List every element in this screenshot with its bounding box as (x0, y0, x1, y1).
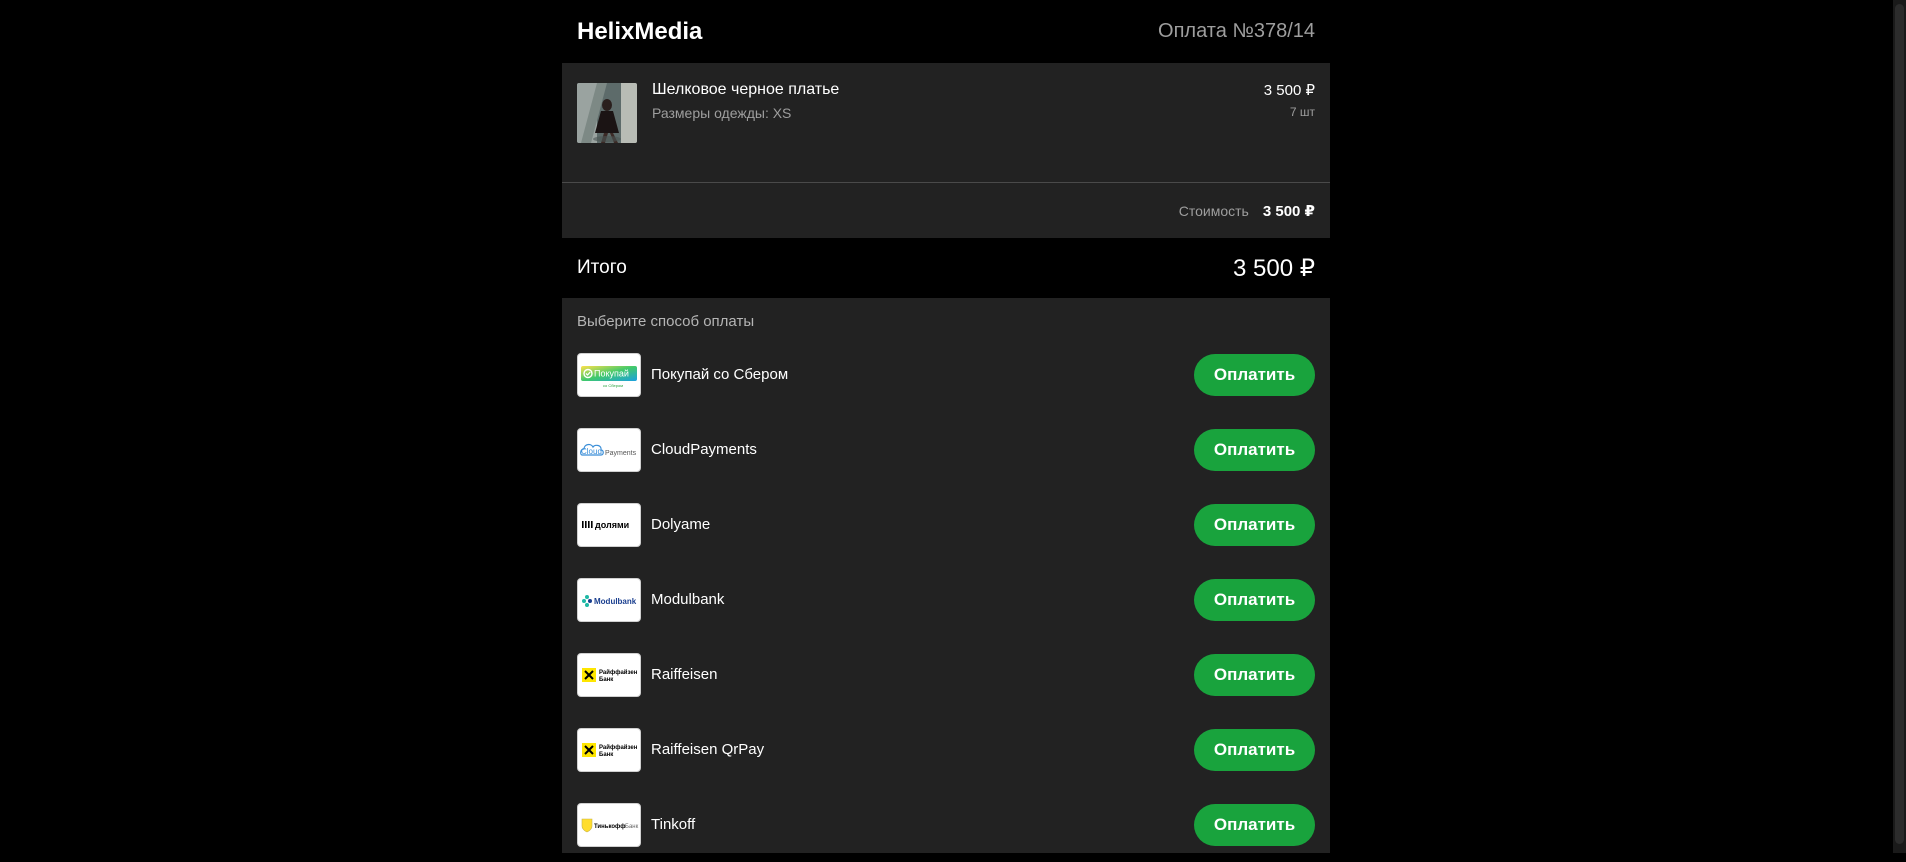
item-thumbnail (577, 83, 637, 143)
order-number: Оплата №378/14 (1158, 20, 1315, 42)
cloudpayments-logo-icon: Cloud Payments (577, 427, 641, 472)
dolyame-logo-text: долями (595, 520, 629, 530)
pay-button-cloudpayments[interactable]: Оплатить (1194, 428, 1315, 471)
tinkoff-logo-icon: Тинькофф Банк (577, 802, 641, 847)
method-name: Raiffeisen QrPay (651, 741, 765, 758)
item-price: 3 500 ₽ (1263, 82, 1315, 99)
cost-value: 3 500 ₽ (1262, 202, 1315, 220)
raiffeisen-logo-subtext: Банк (599, 677, 613, 683)
payment-method-tinkoff: Тинькофф Банк Tinkoff Оплатить (577, 787, 1315, 862)
raiffeisen-logo-icon: Райффайзен Банк (577, 727, 641, 772)
dolyame-logo-icon: долями (577, 502, 641, 547)
cost-row: Стоимость 3 500 ₽ (562, 183, 1330, 238)
raiffeisen-logo-subtext: Банк (599, 752, 613, 758)
payment-method-modulbank: Modulbank Modulbank Оплатить (577, 562, 1315, 637)
pay-button-dolyame[interactable]: Оплатить (1194, 503, 1315, 546)
tinkoff-logo-text: Тинькофф (594, 823, 626, 830)
modulbank-logo-icon: Modulbank (577, 577, 641, 622)
tinkoff-logo-subtext: Банк (625, 824, 639, 830)
pay-button-raiffeisen[interactable]: Оплатить (1194, 653, 1315, 696)
method-name: Modulbank (651, 591, 725, 608)
total-value: 3 500 ₽ (1233, 254, 1315, 282)
brand-title: HelixMedia (577, 17, 703, 45)
cloudpayments-logo-text: Cloud (581, 447, 602, 456)
raiffeisen-logo-text: Райффайзен (599, 744, 638, 751)
payment-method-cloudpayments: Cloud Payments CloudPayments Оплатить (577, 412, 1315, 487)
pay-button-sber[interactable]: Оплатить (1194, 353, 1315, 396)
pay-button-raiffeisen-qrpay[interactable]: Оплатить (1194, 728, 1315, 771)
payment-method-raiffeisen: Райффайзен Банк Raiffeisen Оплатить (577, 637, 1315, 712)
raiffeisen-logo-text: Райффайзен (599, 669, 638, 676)
item-name: Шелковое черное платье (652, 81, 840, 98)
pay-button-modulbank[interactable]: Оплатить (1194, 578, 1315, 621)
method-name: Raiffeisen (651, 666, 718, 683)
page-scrollbar[interactable] (1893, 0, 1906, 853)
payment-method-dolyame: долями Dolyame Оплатить (577, 487, 1315, 562)
sber-logo-subtext: со Сбером (603, 383, 623, 388)
method-name: CloudPayments (651, 441, 757, 458)
order-item: Шелковое черное платье Размеры одежды: X… (562, 63, 1330, 183)
payment-methods: Выберите способ оплаты Покупай со Сбером… (562, 298, 1330, 853)
payment-method-raiffeisen-qrpay: Райффайзен Банк Raiffeisen QrPay Оплатит… (577, 712, 1315, 787)
method-name: Dolyame (651, 516, 711, 533)
modulbank-logo-text: Modulbank (594, 597, 637, 606)
cloudpayments-logo-subtext: Payments (605, 450, 637, 457)
payment-methods-title: Выберите способ оплаты (577, 313, 755, 330)
item-variant: Размеры одежды: XS (652, 105, 792, 121)
sber-logo-icon: Покупай со Сбером (577, 352, 641, 397)
total-label: Итого (577, 257, 627, 278)
method-name: Tinkoff (651, 816, 696, 833)
pay-button-tinkoff[interactable]: Оплатить (1194, 803, 1315, 846)
total-row: Итого 3 500 ₽ (562, 238, 1330, 298)
item-quantity: 7 шт (1289, 105, 1315, 119)
checkout-page: HelixMedia Оплата №378/14 Шелковое черно… (562, 0, 1330, 853)
header: HelixMedia Оплата №378/14 (562, 0, 1330, 63)
sber-logo-text: Покупай (594, 368, 629, 378)
scrollbar-thumb[interactable] (1895, 4, 1904, 844)
cost-label: Стоимость (1178, 202, 1249, 219)
payment-method-sber: Покупай со Сбером Покупай со Сбером Опла… (577, 337, 1315, 412)
method-name: Покупай со Сбером (651, 366, 789, 383)
raiffeisen-logo-icon: Райффайзен Банк (577, 652, 641, 697)
